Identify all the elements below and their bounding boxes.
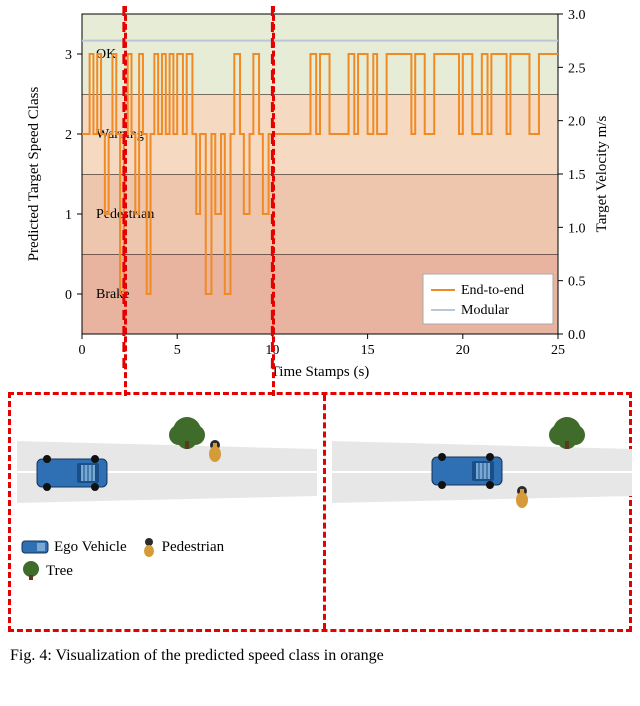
svg-text:End-to-end: End-to-end	[461, 283, 524, 298]
scenario-panel-1: Ego Vehicle Pedestrian Tree	[11, 395, 326, 629]
scene-1-svg	[17, 401, 317, 531]
svg-text:Time Stamps (s): Time Stamps (s)	[271, 364, 370, 380]
legend-ego-label: Ego Vehicle	[54, 539, 127, 556]
svg-text:0.0: 0.0	[568, 328, 586, 343]
scenario-legend: Ego Vehicle Pedestrian	[17, 531, 317, 561]
svg-text:3.0: 3.0	[568, 8, 586, 23]
figure-container: BrakePedestrianWarningOK051015202501230.…	[0, 0, 640, 675]
pedestrian-icon	[141, 537, 157, 557]
scene-2-svg	[332, 401, 632, 531]
tree-icon	[21, 561, 41, 581]
svg-text:0.5: 0.5	[568, 275, 586, 290]
svg-text:Target Velocity m/s: Target Velocity m/s	[594, 115, 610, 232]
scenario-panel-2	[326, 395, 638, 629]
chart-wrapper: BrakePedestrianWarningOK051015202501230.…	[20, 4, 620, 384]
svg-text:0: 0	[65, 288, 72, 303]
svg-text:Predicted Target Speed Class: Predicted Target Speed Class	[26, 87, 42, 262]
legend-pedestrian-label: Pedestrian	[162, 539, 224, 556]
speed-chart: BrakePedestrianWarningOK051015202501230.…	[20, 4, 620, 384]
svg-text:5: 5	[174, 343, 181, 358]
svg-text:20: 20	[456, 343, 470, 358]
legend-pedestrian: Pedestrian	[141, 537, 224, 557]
scene-2	[332, 401, 632, 531]
svg-text:1.0: 1.0	[568, 221, 586, 236]
svg-text:Modular: Modular	[461, 303, 510, 318]
figure-caption: Fig. 4: Visualization of the predicted s…	[4, 636, 636, 671]
legend-tree: Tree	[21, 561, 73, 581]
car-icon	[21, 539, 49, 555]
svg-text:1.5: 1.5	[568, 168, 586, 183]
svg-text:25: 25	[551, 343, 565, 358]
svg-text:0: 0	[79, 343, 86, 358]
svg-text:1: 1	[65, 208, 72, 223]
svg-text:2.0: 2.0	[568, 115, 586, 130]
scene-1	[17, 401, 317, 531]
callout-line-1	[124, 6, 127, 396]
svg-text:3: 3	[65, 48, 72, 63]
legend-ego: Ego Vehicle	[21, 539, 127, 556]
callout-line-2	[272, 6, 275, 396]
svg-text:2.5: 2.5	[568, 61, 586, 76]
svg-text:15: 15	[361, 343, 375, 358]
scenario-legend-2: Tree	[17, 561, 317, 585]
legend-tree-label: Tree	[46, 563, 73, 580]
svg-text:2: 2	[65, 128, 72, 143]
scenarios-box: Ego Vehicle Pedestrian Tree	[8, 392, 632, 632]
